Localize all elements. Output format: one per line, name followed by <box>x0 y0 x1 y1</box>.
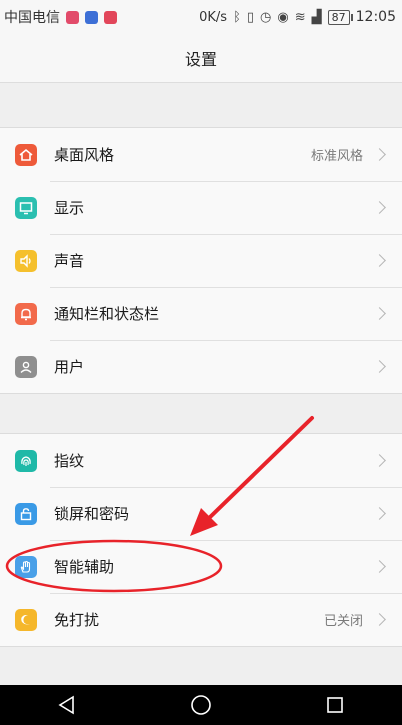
navigation-bar <box>0 685 402 725</box>
lock-icon <box>15 502 37 525</box>
settings-item-notifications[interactable]: 通知栏和状态栏 <box>0 287 402 340</box>
notification-app-icon <box>66 10 79 24</box>
settings-item-label: 桌面风格 <box>54 146 115 164</box>
page-title-bar: 设置 <box>0 34 402 83</box>
hand-icon <box>15 555 37 578</box>
recent-square-icon <box>327 697 343 713</box>
settings-item-smart-assist[interactable]: 智能辅助 <box>0 540 402 593</box>
chevron-right-icon <box>373 201 386 214</box>
settings-item-value: 标准风格 <box>310 149 363 164</box>
settings-item-label: 智能辅助 <box>54 558 115 576</box>
display-icon <box>15 196 37 219</box>
page-title: 设置 <box>184 50 217 69</box>
chevron-right-icon <box>373 307 386 320</box>
settings-item-label: 声音 <box>54 252 85 270</box>
settings-item-do-not-disturb[interactable]: 免打扰 已关闭 <box>0 593 402 646</box>
back-button[interactable] <box>37 685 97 725</box>
fingerprint-icon <box>15 449 37 472</box>
settings-section: 指纹 锁屏和密码 智能辅助 免打扰 已关闭 <box>0 433 402 647</box>
wifi-icon: ≋ <box>294 9 306 25</box>
home-circle-icon <box>191 695 211 715</box>
signal-icon: ▟ <box>311 9 322 25</box>
bluetooth-icon: ᛒ <box>233 9 241 25</box>
settings-item-display[interactable]: 显示 <box>0 181 402 234</box>
settings-item-desktop-style[interactable]: 桌面风格 标准风格 <box>0 128 402 181</box>
status-bar: 中国电信 0K/s ᛒ ▯ ◷ ◉ ≋ ▟ 87 12:05 <box>0 0 402 34</box>
eye-icon: ◉ <box>277 9 289 25</box>
settings-item-label: 显示 <box>54 199 85 217</box>
chevron-right-icon <box>373 507 386 520</box>
chevron-right-icon <box>373 454 386 467</box>
bell-icon <box>15 302 37 325</box>
home-icon <box>15 143 37 166</box>
notification-app-icon <box>85 10 98 24</box>
settings-item-sound[interactable]: 声音 <box>0 234 402 287</box>
settings-item-label: 指纹 <box>54 452 85 470</box>
chevron-right-icon <box>373 360 386 373</box>
vibrate-icon: ▯ <box>246 9 255 25</box>
back-triangle-icon <box>58 695 74 715</box>
carrier-label: 中国电信 <box>4 10 60 26</box>
notification-app-icon <box>104 10 117 24</box>
chevron-right-icon <box>373 254 386 267</box>
settings-item-label: 锁屏和密码 <box>54 505 130 523</box>
user-icon <box>15 355 37 378</box>
chevron-right-icon <box>373 148 386 161</box>
moon-icon <box>15 608 37 631</box>
settings-section: 桌面风格 标准风格 显示 声音 通知栏和状态栏 用户 <box>0 127 402 394</box>
settings-item-label: 用户 <box>54 358 85 376</box>
settings-item-users[interactable]: 用户 <box>0 340 402 393</box>
recent-apps-button[interactable] <box>305 685 365 725</box>
settings-item-label: 通知栏和状态栏 <box>54 305 160 323</box>
chevron-right-icon <box>373 613 386 626</box>
settings-item-fingerprint[interactable]: 指纹 <box>0 434 402 487</box>
clock-time: 12:05 <box>355 9 396 25</box>
chevron-right-icon <box>373 560 386 573</box>
home-button[interactable] <box>171 685 231 725</box>
sound-icon <box>15 249 37 272</box>
settings-item-label: 免打扰 <box>54 611 100 629</box>
network-speed: 0K/s <box>199 9 228 25</box>
alarm-icon: ◷ <box>260 9 272 25</box>
settings-item-lock-screen[interactable]: 锁屏和密码 <box>0 487 402 540</box>
battery-icon: 87 <box>327 9 353 25</box>
settings-item-value: 已关闭 <box>323 614 363 629</box>
